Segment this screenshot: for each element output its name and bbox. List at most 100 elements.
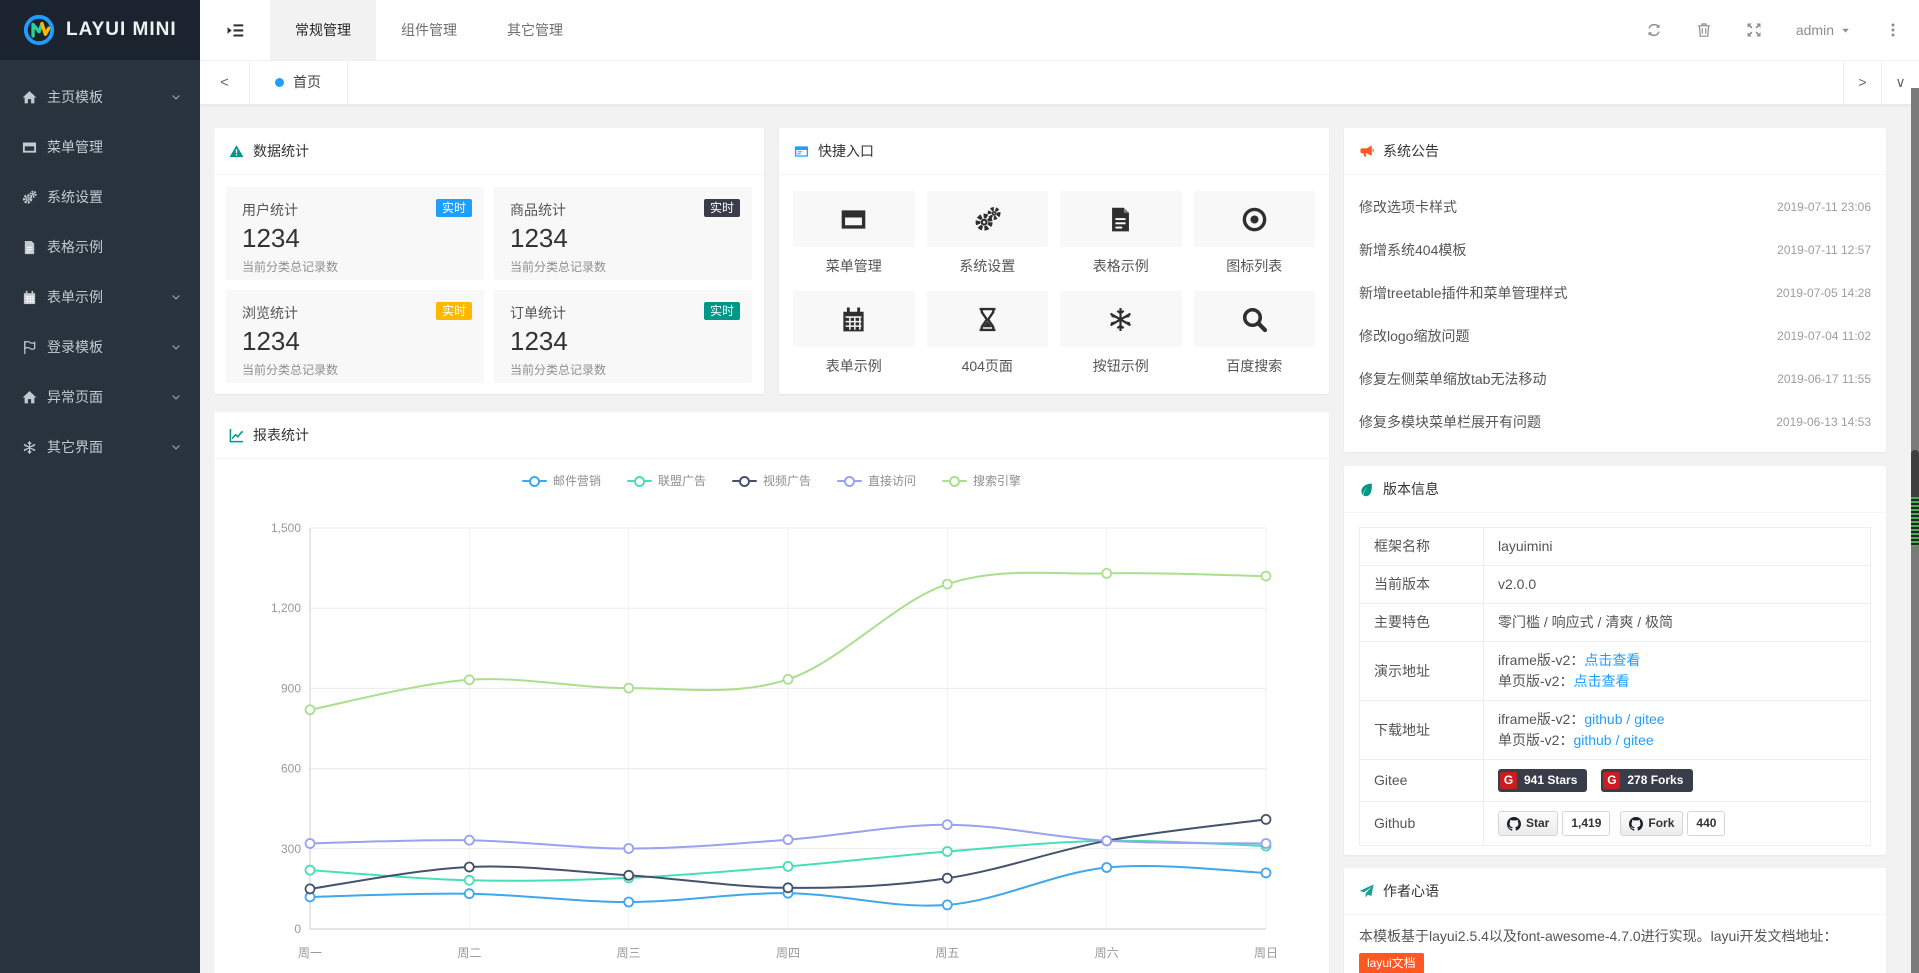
version-value: layuimini <box>1498 538 1552 554</box>
stat-value: 1234 <box>242 223 468 254</box>
stat-box: 订单统计1234当前分类总记录数实时 <box>494 290 752 383</box>
legend-item[interactable]: 直接访问 <box>837 472 916 489</box>
version-label: 主要特色 <box>1360 604 1484 642</box>
more-options-icon[interactable] <box>1885 22 1901 38</box>
quick-entry-icon-list[interactable]: 图标列表 <box>1194 191 1316 276</box>
legend-item[interactable]: 视频广告 <box>732 472 811 489</box>
link-prefix: 单页版-v2： <box>1498 673 1573 689</box>
announcement-title: 新增系统404模板 <box>1359 240 1466 260</box>
sidebar-item-menu-management[interactable]: 菜单管理 <box>0 122 200 172</box>
sidebar: LAYUI MINI 主页模板菜单管理系统设置表格示例表单示例登录模板异常页面其… <box>0 0 200 973</box>
stat-label: 浏览统计 <box>242 303 468 323</box>
report-chart: 03006009001,2001,500周一周二周三周四周五周六周日 <box>214 412 1329 973</box>
announcement-date: 2019-07-11 23:06 <box>1777 200 1871 214</box>
tab-home[interactable]: 首页 <box>249 60 348 104</box>
svg-text:1,500: 1,500 <box>271 521 301 535</box>
version-value: 零门槛 / 响应式 / 清爽 / 极简 <box>1498 614 1673 630</box>
quick-entry-baidu-search[interactable]: 百度搜索 <box>1194 291 1316 376</box>
quick-entry-button-examples[interactable]: 按钮示例 <box>1060 291 1182 376</box>
gitee-badge[interactable]: G278 Forks <box>1601 769 1693 792</box>
link-github[interactable]: github <box>1573 732 1611 748</box>
report-statistics-card: 03006009001,2001,500周一周二周三周四周五周六周日 报表统计 … <box>214 412 1329 973</box>
author-message-card: 作者心语 本模板基于layui2.5.4以及font-awesome-4.7.0… <box>1344 868 1886 973</box>
svg-text:600: 600 <box>281 762 301 776</box>
layui-doc-badge[interactable]: layui文档 <box>1359 953 1424 973</box>
legend-item[interactable]: 联盟广告 <box>627 472 706 489</box>
sidebar-toggle-button[interactable] <box>200 0 270 60</box>
version-label: Github <box>1360 802 1484 846</box>
stat-box: 用户统计1234当前分类总记录数实时 <box>226 187 484 280</box>
page-scrollbar[interactable] <box>1911 88 1919 973</box>
window-icon <box>840 206 867 233</box>
card-title: 报表统计 <box>253 425 309 445</box>
leaf-icon <box>1359 482 1374 497</box>
tabs-scroll-left-button[interactable]: < <box>200 60 250 104</box>
logo-icon <box>22 13 56 47</box>
quick-entry-form-examples[interactable]: 表单示例 <box>793 291 915 376</box>
caret-down-icon <box>1840 25 1851 36</box>
legend-item[interactable]: 邮件营销 <box>522 472 601 489</box>
quick-entry-system-settings[interactable]: 系统设置 <box>927 191 1049 276</box>
svg-text:周五: 周五 <box>935 946 959 960</box>
tabs-scroll-right-button[interactable]: > <box>1843 60 1881 104</box>
stat-label: 订单统计 <box>510 303 736 323</box>
sidebar-item-label: 其它界面 <box>47 437 170 457</box>
home-icon <box>22 90 37 105</box>
card-title: 系统公告 <box>1383 141 1439 161</box>
sidebar-item-form-examples[interactable]: 表单示例 <box>0 272 200 322</box>
quick-entry-label: 表单示例 <box>793 356 915 376</box>
paper-plane-icon <box>1359 884 1374 899</box>
gears-icon <box>22 190 37 205</box>
quick-entry-label: 404页面 <box>927 356 1049 376</box>
sidebar-item-other-pages[interactable]: 其它界面 <box>0 422 200 472</box>
github-star-button[interactable]: Star <box>1498 811 1558 836</box>
link-点击查看[interactable]: 点击查看 <box>1573 673 1629 689</box>
sidebar-item-table-examples[interactable]: 表格示例 <box>0 222 200 272</box>
chevron-down-icon <box>170 291 182 303</box>
scrollbar-thumb[interactable] <box>1911 450 1919 547</box>
version-row: 框架名称layuimini <box>1360 528 1871 566</box>
gitee-badge[interactable]: G941 Stars <box>1498 769 1587 792</box>
top-tab-component-management[interactable]: 组件管理 <box>376 0 482 60</box>
top-tab-regular-management[interactable]: 常规管理 <box>270 0 376 60</box>
legend-label: 直接访问 <box>868 472 916 489</box>
link-gitee[interactable]: gitee <box>1634 711 1664 727</box>
app-logo[interactable]: LAYUI MINI <box>0 0 200 60</box>
sidebar-item-label: 表单示例 <box>47 287 170 307</box>
clear-cache-icon[interactable] <box>1696 22 1712 38</box>
stat-caption: 当前分类总记录数 <box>510 361 736 378</box>
refresh-icon[interactable] <box>1646 22 1662 38</box>
announcement-row: 修改logo缩放问题2019-07-04 11:02 <box>1344 314 1886 357</box>
card-title: 快捷入口 <box>818 141 874 161</box>
user-name: admin <box>1796 22 1834 38</box>
link-gitee[interactable]: gitee <box>1623 732 1653 748</box>
version-value: v2.0.0 <box>1498 576 1536 592</box>
top-tab-other-management[interactable]: 其它管理 <box>482 0 588 60</box>
fullscreen-icon[interactable] <box>1746 22 1762 38</box>
link-github[interactable]: github <box>1584 711 1622 727</box>
link-点击查看[interactable]: 点击查看 <box>1584 652 1640 668</box>
sidebar-item-home-templates[interactable]: 主页模板 <box>0 72 200 122</box>
announcement-title: 新增treetable插件和菜单管理样式 <box>1359 283 1567 303</box>
announcement-row: 修改选项卡样式2019-07-11 23:06 <box>1344 185 1886 228</box>
user-menu[interactable]: admin <box>1796 22 1851 38</box>
sidebar-item-error-pages[interactable]: 异常页面 <box>0 372 200 422</box>
announcement-row: 新增treetable插件和菜单管理样式 2019-07-05 14:28 <box>1344 271 1886 314</box>
announcement-date: 2019-07-05 14:28 <box>1776 286 1871 300</box>
quick-entry-menu-management[interactable]: 菜单管理 <box>793 191 915 276</box>
quick-entry-table-examples[interactable]: 表格示例 <box>1060 191 1182 276</box>
quick-entry-page-404[interactable]: 404页面 <box>927 291 1049 376</box>
quick-entry-label: 表格示例 <box>1060 256 1182 276</box>
chart-line-icon <box>229 428 244 443</box>
legend-item[interactable]: 搜索引擎 <box>942 472 1021 489</box>
github-star-count[interactable]: 1,419 <box>1562 811 1610 836</box>
sidebar-item-system-settings[interactable]: 系统设置 <box>0 172 200 222</box>
active-tab-dot <box>275 78 284 87</box>
stat-caption: 当前分类总记录数 <box>510 258 736 275</box>
window-icon <box>22 140 37 155</box>
github-fork-count[interactable]: 440 <box>1687 811 1725 836</box>
github-fork-button[interactable]: Fork <box>1620 811 1683 836</box>
version-info-card: 版本信息 框架名称layuimini当前版本v2.0.0主要特色零门槛 / 响应… <box>1344 466 1886 855</box>
sidebar-item-login-templates[interactable]: 登录模板 <box>0 322 200 372</box>
gitee-icon: G <box>1500 772 1517 789</box>
